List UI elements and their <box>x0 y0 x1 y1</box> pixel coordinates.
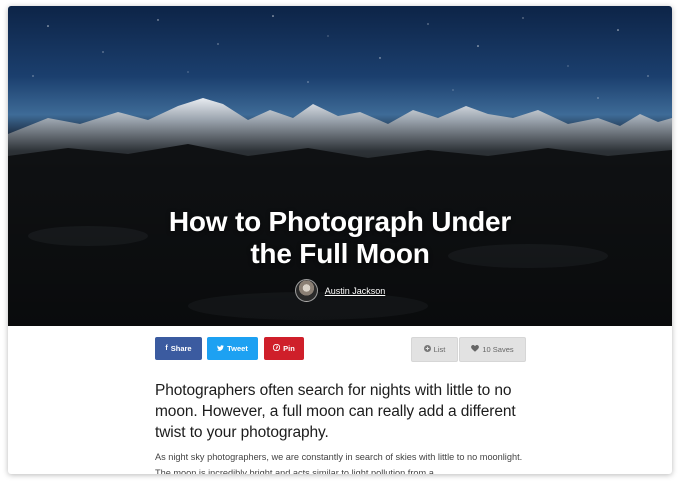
share-label: Share <box>170 344 192 353</box>
share-button[interactable]: f Share <box>155 337 202 360</box>
pin-button[interactable]: Pin <box>264 337 304 360</box>
facebook-icon: f <box>165 345 168 352</box>
tweet-button[interactable]: Tweet <box>207 337 258 360</box>
article-body: As night sky photographers, we are const… <box>155 452 523 474</box>
hero-image: How to Photograph Under the Full Moon Au… <box>8 6 672 326</box>
pinterest-icon <box>273 343 281 353</box>
title-line-2: the Full Moon <box>250 238 430 269</box>
twitter-icon <box>217 344 225 353</box>
article-title: How to Photograph Under the Full Moon <box>8 206 672 270</box>
pin-label: Pin <box>283 344 295 353</box>
hero-overlay <box>8 6 672 326</box>
byline: Austin Jackson <box>8 279 672 302</box>
saves-label: 10 Saves <box>482 345 514 354</box>
title-line-1: How to Photograph Under <box>168 206 512 237</box>
article-card: How to Photograph Under the Full Moon Au… <box>8 6 672 474</box>
share-toolbar: f Share Tweet Pin List 10 Saves <box>8 337 672 362</box>
author-link[interactable]: Austin Jackson <box>325 286 386 296</box>
article-lead: Photographers often search for nights wi… <box>155 382 516 441</box>
save-button[interactable]: 10 Saves <box>459 337 526 362</box>
author-avatar[interactable] <box>294 279 318 302</box>
add-to-list-button[interactable]: List <box>411 337 458 362</box>
heart-icon <box>471 345 480 354</box>
list-label: List <box>433 345 446 354</box>
plus-icon <box>423 345 431 354</box>
tweet-label: Tweet <box>227 344 248 353</box>
